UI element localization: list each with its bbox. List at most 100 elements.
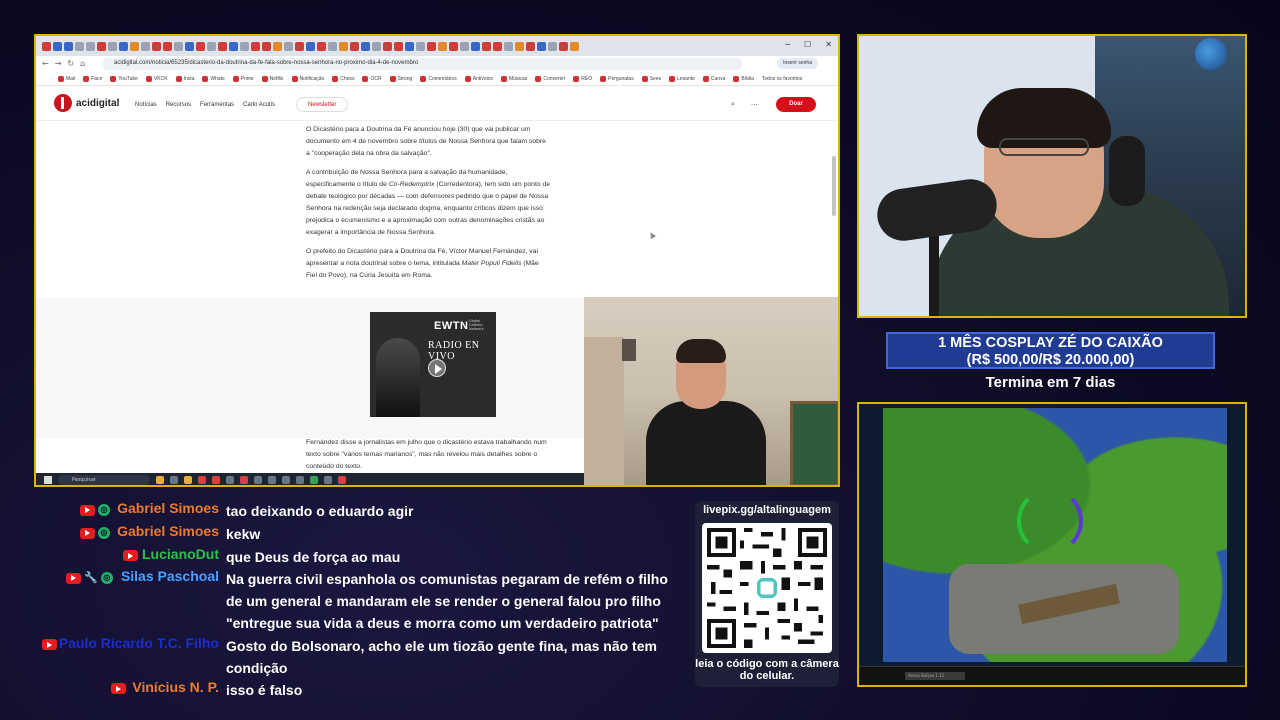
taskbar-app-icon[interactable] bbox=[296, 476, 304, 484]
reload-icon[interactable]: ↻ bbox=[67, 59, 74, 68]
chat-text: kekw bbox=[226, 526, 261, 542]
bookmark-item[interactable]: Face bbox=[83, 75, 102, 82]
site-header: acidigital Notícias Recursos Ferramentas… bbox=[36, 87, 838, 121]
youtube-icon bbox=[42, 639, 57, 650]
bookmark-item[interactable]: Pergunatas bbox=[600, 75, 634, 82]
taskbar-app-icon[interactable] bbox=[254, 476, 262, 484]
chat-username: Paulo Ricardo T.C. Filho bbox=[58, 635, 219, 651]
media-band bbox=[36, 298, 584, 438]
maximize-icon[interactable]: ☐ bbox=[804, 40, 811, 49]
bookmark-item[interactable]: Chess bbox=[332, 75, 354, 82]
site-menu: Notícias Recursos Ferramentas Carlo Acut… bbox=[135, 102, 275, 108]
taskbar-app-icon[interactable] bbox=[170, 476, 178, 484]
newsletter-button[interactable]: Newsletter bbox=[296, 97, 349, 112]
ewtn-radio-banner[interactable]: EWTN Global Catholic Network RADIO EN VI… bbox=[370, 312, 496, 417]
moderator-wrench-icon: 🔧 bbox=[84, 571, 98, 584]
qr-code[interactable] bbox=[702, 523, 832, 653]
chat-message: Paulo Ricardo T.C. Filho Gosto do Bolson… bbox=[0, 635, 690, 679]
minimize-icon[interactable]: ─ bbox=[785, 40, 790, 49]
menu-item-noticias[interactable]: Notícias bbox=[135, 102, 157, 108]
taskbar-app-icon[interactable] bbox=[282, 476, 290, 484]
taskbar-app-icon[interactable] bbox=[240, 476, 248, 484]
chat-username: Gabriel Simoes bbox=[117, 523, 219, 539]
taskbar-search[interactable]: Pesquisar bbox=[58, 475, 150, 485]
goal-title: 1 MÊS COSPLAY ZÉ DO CAIXÃO bbox=[938, 335, 1163, 351]
youtube-icon bbox=[66, 572, 81, 584]
pix-qr-card: livepix.gg/altalinguagem leia o código c… bbox=[695, 501, 839, 687]
search-icon[interactable]: ⌕ bbox=[731, 101, 735, 109]
taskbar-app-icon[interactable] bbox=[338, 476, 346, 484]
browser-tab-strip[interactable]: ─ ☐ ✕ bbox=[36, 36, 838, 56]
bookmarks-bar: Mail Face YouTube VKCK Insta Whats Prime… bbox=[36, 72, 838, 86]
member-badge-icon: ◎ bbox=[98, 527, 110, 539]
streamer-webcam bbox=[857, 34, 1247, 318]
bookmark-item[interactable]: Netflix bbox=[261, 75, 284, 82]
home-icon[interactable]: ⌂ bbox=[80, 59, 85, 68]
bookmark-item[interactable]: VKCK bbox=[145, 75, 168, 82]
bookmark-item[interactable]: Insta bbox=[175, 75, 194, 82]
player-ring bbox=[1017, 488, 1083, 554]
bookmark-item[interactable]: OCR bbox=[362, 75, 382, 82]
bookmark-item[interactable]: Bíblia bbox=[733, 75, 754, 82]
bookmark-item[interactable]: YouTube bbox=[110, 75, 138, 82]
bookmark-item[interactable]: Antivoice bbox=[464, 75, 493, 82]
nun-photo bbox=[376, 338, 420, 417]
bookmark-item[interactable]: Prime bbox=[232, 75, 254, 82]
article-body: O Dicastério para a Doutrina da Fé anunc… bbox=[306, 124, 551, 470]
globe bbox=[1195, 38, 1227, 70]
donate-button[interactable]: Doar bbox=[776, 97, 816, 112]
taskbar-app-icon[interactable] bbox=[310, 476, 318, 484]
chat-message: ◎ Gabriel Simoes kekw bbox=[0, 523, 690, 545]
address-bar[interactable]: acidigital.com/noticia/65235/dicasterio-… bbox=[102, 58, 742, 70]
back-icon[interactable]: ← bbox=[42, 59, 49, 68]
bookmark-item[interactable]: Músicas bbox=[501, 75, 527, 82]
youtube-icon bbox=[80, 504, 95, 516]
qr-caption: leia o código com a câmera do celular. bbox=[695, 658, 839, 682]
guest-person bbox=[646, 339, 766, 485]
bookmark-item[interactable]: Sees bbox=[641, 75, 661, 82]
close-icon[interactable]: ✕ bbox=[825, 40, 832, 49]
chat-message: ◎ Gabriel Simoes tao deixando o eduardo … bbox=[0, 500, 690, 522]
bookmark-item[interactable]: Mail bbox=[58, 75, 75, 82]
bookmark-item[interactable]: Converter bbox=[535, 75, 565, 82]
windows-start-icon[interactable] bbox=[44, 476, 52, 484]
headset bbox=[1109, 136, 1145, 206]
page-scrollbar[interactable] bbox=[832, 156, 836, 216]
window-controls[interactable]: ─ ☐ ✕ bbox=[785, 40, 832, 49]
all-bookmarks[interactable]: Todos os favoritos bbox=[762, 76, 802, 82]
taskbar-app-icon[interactable] bbox=[184, 476, 192, 484]
taskbar-app-icon[interactable] bbox=[212, 476, 220, 484]
more-icon[interactable]: ⋯ bbox=[751, 101, 758, 109]
taskbar-app-icon[interactable] bbox=[198, 476, 206, 484]
chat-username: Gabriel Simoes bbox=[117, 500, 219, 516]
bookmark-item[interactable]: Strong bbox=[389, 75, 412, 82]
menu-item-carlo-acutis[interactable]: Carlo Acutis bbox=[243, 102, 275, 108]
ewtn-logo: EWTN bbox=[434, 320, 469, 332]
play-icon[interactable] bbox=[428, 359, 446, 377]
browser-capture: ─ ☐ ✕ ← → ↻ ⌂ acidigital.com/noticia/652… bbox=[34, 34, 840, 487]
taskbar-app-icon[interactable] bbox=[226, 476, 234, 484]
menu-item-recursos[interactable]: Recursos bbox=[166, 102, 191, 108]
game-capture: Arena Bolijse 1.11 bbox=[857, 402, 1247, 687]
bookmark-item[interactable]: Notificação bbox=[291, 75, 324, 82]
article-paragraph: O Dicastério para a Doutrina da Fé anunc… bbox=[306, 126, 546, 157]
chat-username: Silas Paschoal bbox=[120, 568, 219, 584]
bookmark-item[interactable]: Whats bbox=[202, 75, 225, 82]
article-paragraph: O prefeito do Dicastério para a Doutrina… bbox=[306, 248, 539, 279]
chat-message: Vinícius N. P. isso é falso bbox=[0, 679, 690, 701]
password-chip[interactable]: Inserir senha bbox=[777, 58, 818, 69]
game-hud-label: Arena Bolijse 1.11 bbox=[905, 672, 965, 680]
bookmark-item[interactable]: Comentários bbox=[420, 75, 457, 82]
qr-code-image bbox=[707, 528, 827, 648]
youtube-icon bbox=[111, 683, 126, 694]
menu-item-ferramentas[interactable]: Ferramentas bbox=[200, 102, 234, 108]
site-header-icons: ⌕ ⋯ bbox=[731, 101, 758, 109]
taskbar-app-icon[interactable] bbox=[268, 476, 276, 484]
bookmark-item[interactable]: Lesante bbox=[669, 75, 695, 82]
taskbar-app-icon[interactable] bbox=[324, 476, 332, 484]
forward-icon[interactable]: → bbox=[55, 59, 62, 68]
bookmark-item[interactable]: REO bbox=[573, 75, 592, 82]
bookmark-item[interactable]: Canva bbox=[702, 75, 725, 82]
taskbar-app-icon[interactable] bbox=[156, 476, 164, 484]
site-logo[interactable]: acidigital bbox=[54, 94, 119, 112]
